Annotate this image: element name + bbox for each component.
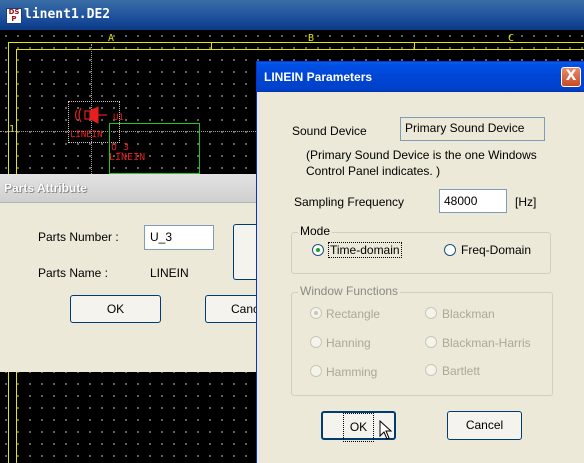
parts-number-label: Parts Number : (38, 230, 119, 244)
sampling-frequency-unit: [Hz] (515, 195, 537, 209)
parts-attribute-dialog: Parts Attribute Parts Number : U_3 Parts… (0, 174, 270, 372)
parts-attribute-title: Parts Attribute (4, 181, 87, 195)
hanning-label: Hanning (326, 336, 371, 350)
app-icon: DS P (6, 8, 22, 24)
sampling-frequency-input[interactable]: 48000 (439, 189, 507, 213)
mouse-pointer-icon (379, 420, 393, 440)
component-name-small: LINEIN (70, 130, 103, 140)
parts-name-label: Parts Name : (38, 266, 109, 280)
row-label-1: 1 (9, 124, 16, 135)
parts-number-input[interactable]: U_3 (144, 225, 214, 250)
frame-top-line (8, 42, 584, 43)
parts-attribute-title-bar[interactable]: Parts Attribute (0, 174, 270, 203)
column-label-c: C (508, 33, 515, 44)
speaker-icon (74, 106, 107, 124)
rectangle-label: Rectangle (326, 307, 381, 321)
freq-domain-radio[interactable] (444, 244, 456, 256)
window-functions-group-label: Window Functions (298, 284, 401, 298)
blackman-label: Blackman (442, 307, 495, 321)
time-domain-radio[interactable] (312, 244, 324, 256)
freq-domain-label[interactable]: Freq-Domain (461, 243, 531, 257)
column-label-b: B (308, 33, 315, 44)
hamming-label: Hamming (326, 365, 378, 379)
close-button[interactable]: X (561, 67, 581, 87)
blackman-harris-label: Blackman-Harris (442, 336, 531, 350)
bartlett-label: Bartlett (442, 364, 481, 378)
linein-title: LINEIN Parameters (264, 70, 373, 84)
frame-tick (211, 42, 212, 49)
linein-parameters-dialog: LINEIN Parameters X Sound Device Primary… (256, 61, 584, 463)
rectangle-radio[interactable] (310, 307, 322, 319)
mode-group-label: Mode (298, 224, 333, 238)
schematic-title: linent1.DE2 (24, 7, 111, 22)
sound-device-label: Sound Device (292, 124, 367, 138)
sampling-frequency-label: Sampling Frequency (294, 195, 405, 209)
sound-device-field: Primary Sound Device (400, 117, 545, 141)
component-bounding-box (109, 123, 200, 174)
component-ref-top: U1 (113, 113, 124, 123)
parts-ok-button[interactable]: OK (70, 295, 161, 323)
parts-name-value: LINEIN (150, 266, 189, 280)
column-label-a: A (108, 33, 115, 44)
sound-device-note: (Primary Sound Device is the one Windows… (306, 148, 537, 178)
linein-cancel-button[interactable]: Cancel (447, 411, 522, 440)
hamming-radio[interactable] (310, 365, 322, 377)
schematic-title-bar[interactable]: DS P linent1.DE2 (0, 0, 584, 30)
frame-tick (414, 42, 415, 49)
time-domain-label[interactable]: Time-domain (328, 242, 402, 258)
blackman-radio[interactable] (425, 307, 437, 319)
frame-inner-top-line (16, 49, 584, 50)
linein-title-bar[interactable]: LINEIN Parameters X (257, 62, 584, 92)
hanning-radio[interactable] (310, 336, 322, 348)
bartlett-radio[interactable] (425, 364, 437, 376)
close-icon: X (565, 68, 577, 84)
blackman-harris-radio[interactable] (425, 336, 437, 348)
